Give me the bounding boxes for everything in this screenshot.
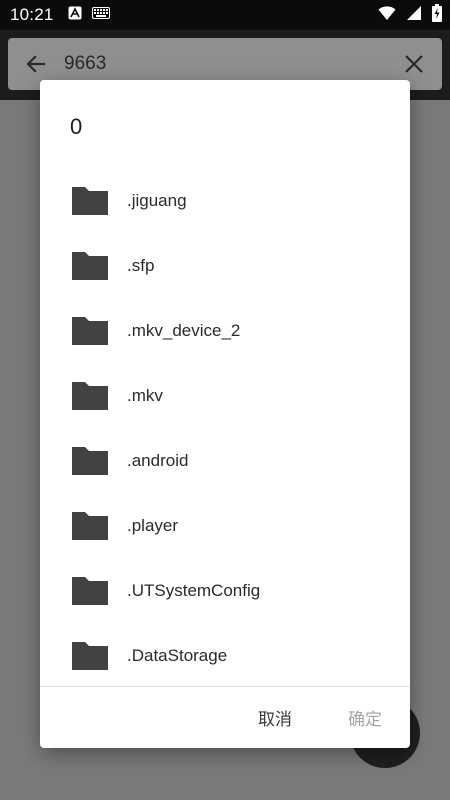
folder-icon — [70, 380, 110, 412]
folder-icon — [70, 250, 110, 282]
folder-item[interactable]: .sfp — [40, 233, 410, 298]
confirm-button[interactable]: 确定 — [340, 699, 390, 735]
wifi-icon — [378, 5, 396, 26]
folder-item[interactable]: .DataStorage — [40, 623, 410, 686]
folder-item[interactable]: .mkv — [40, 363, 410, 428]
cancel-button[interactable]: 取消 — [250, 699, 300, 735]
folder-item[interactable]: .jiguang — [40, 168, 410, 233]
folder-picker-dialog: 0 .jiguang .sfp .mkv_device_2 .mkv .andr… — [40, 80, 410, 748]
folder-label: .DataStorage — [127, 645, 228, 665]
folder-item[interactable]: .android — [40, 428, 410, 493]
folder-label: .sfp — [127, 255, 155, 275]
status-right-icons — [378, 0, 442, 30]
battery-charging-icon — [432, 3, 442, 27]
folder-item[interactable]: .UTSystemConfig — [40, 558, 410, 623]
folder-label: .jiguang — [127, 190, 187, 210]
folder-label: .android — [127, 450, 189, 470]
dialog-actions: 取消 确定 — [40, 687, 410, 748]
folder-icon — [70, 575, 110, 607]
dialog-title: 0 — [70, 114, 83, 139]
folder-icon — [70, 510, 110, 542]
folder-label: .mkv — [127, 385, 163, 405]
folder-label: .player — [127, 515, 179, 535]
folder-icon — [70, 445, 110, 477]
status-time: 10:21 — [10, 5, 54, 24]
folder-list[interactable]: .jiguang .sfp .mkv_device_2 .mkv .androi… — [40, 168, 410, 686]
search-input[interactable]: 9663 — [64, 53, 386, 75]
folder-item[interactable]: .player — [40, 493, 410, 558]
status-bar: 10:21 — [0, 0, 450, 30]
app-notification-icon — [68, 6, 82, 25]
folder-label: .mkv_device_2 — [127, 320, 241, 340]
folder-icon — [70, 315, 110, 347]
cellular-signal-icon — [406, 5, 422, 26]
folder-item[interactable]: .mkv_device_2 — [40, 298, 410, 363]
folder-icon — [70, 640, 110, 672]
folder-label: .UTSystemConfig — [127, 580, 261, 600]
folder-icon — [70, 185, 110, 217]
keyboard-icon — [91, 6, 110, 24]
status-left-icons — [68, 6, 110, 25]
